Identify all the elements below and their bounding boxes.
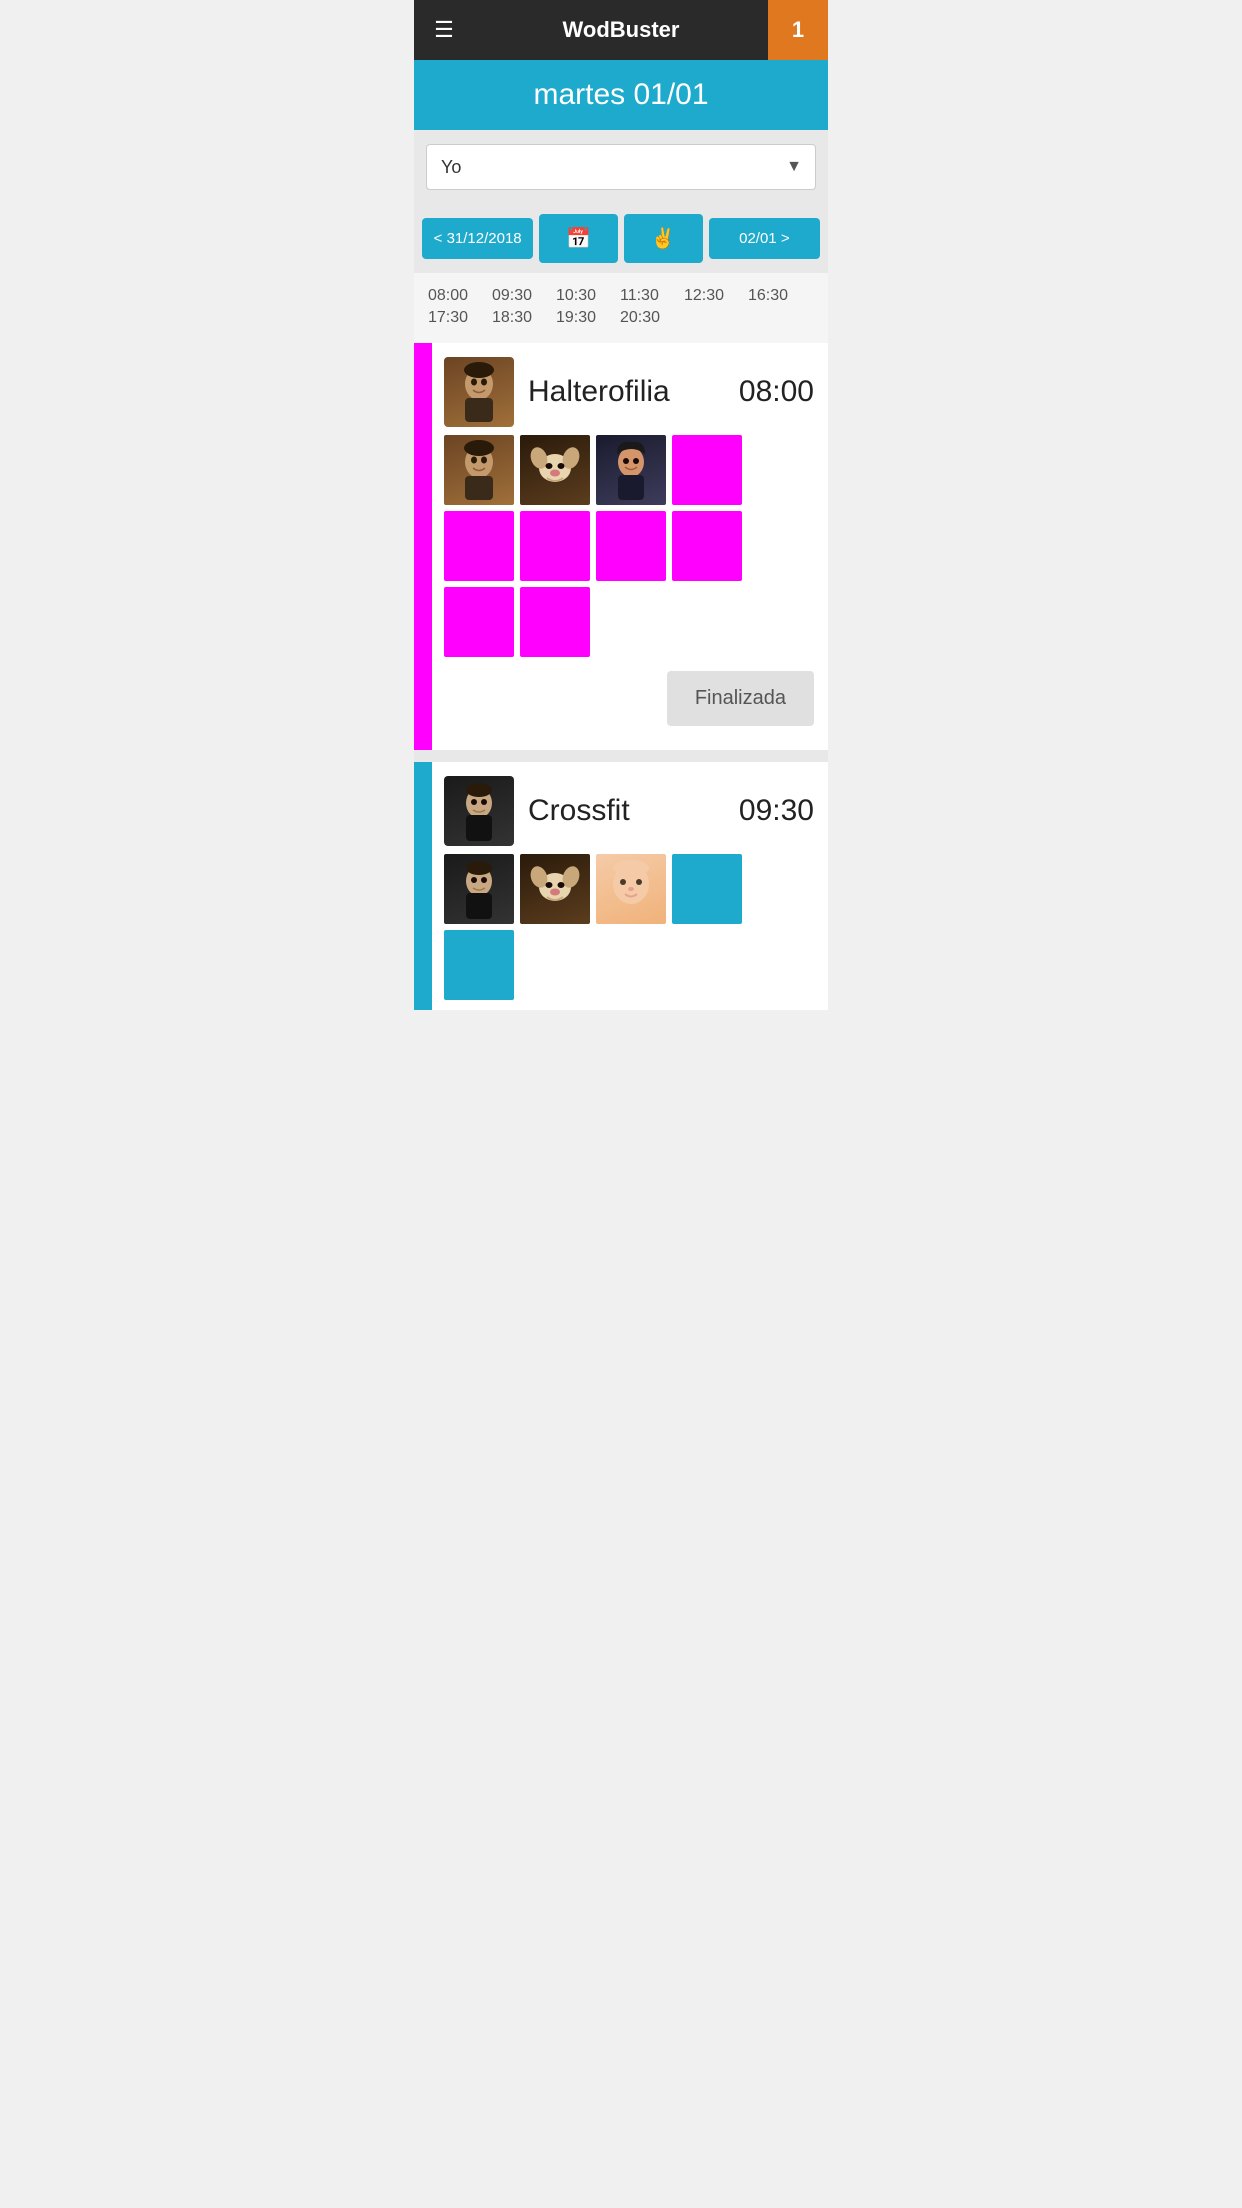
time-slot[interactable]: 17:30 (428, 309, 476, 327)
time-slot[interactable]: 18:30 (492, 309, 540, 327)
time-slot[interactable]: 08:00 (428, 287, 476, 305)
time-slot[interactable]: 11:30 (620, 287, 668, 305)
class-color-bar (414, 343, 432, 750)
peace-icon: ✌ (651, 226, 676, 251)
participant-cell[interactable] (444, 854, 514, 924)
participant-grid (414, 435, 828, 657)
card-separator (414, 750, 828, 762)
time-slot[interactable]: 19:30 (556, 309, 604, 327)
class-header: Halterofilia08:00 (414, 343, 828, 435)
class-color-bar (414, 762, 432, 1010)
instructor-avatar (444, 357, 514, 427)
calendar-button[interactable]: 📅 (539, 214, 618, 263)
time-slot[interactable]: 09:30 (492, 287, 540, 305)
class-time: 09:30 (739, 794, 814, 828)
participant-cell[interactable] (520, 511, 590, 581)
time-slot[interactable]: 16:30 (748, 287, 796, 305)
class-name: Crossfit (514, 794, 739, 828)
app-title: WodBuster (474, 17, 768, 43)
date-banner: martes 01/01 (414, 60, 828, 130)
time-slot[interactable]: 20:30 (620, 309, 668, 327)
class-name: Halterofilia (514, 375, 739, 409)
time-slot[interactable]: 12:30 (684, 287, 732, 305)
peace-button[interactable]: ✌ (624, 214, 703, 263)
participant-cell[interactable] (596, 854, 666, 924)
finalizada-button[interactable]: Finalizada (667, 671, 814, 726)
participant-grid (414, 854, 828, 1000)
date-navigation: < 31/12/2018 📅 ✌ 02/01 > (414, 204, 828, 273)
instructor-avatar (444, 776, 514, 846)
time-slot[interactable]: 10:30 (556, 287, 604, 305)
participant-cell[interactable] (444, 930, 514, 1000)
class-time: 08:00 (739, 375, 814, 409)
time-slots-container: 08:00 09:30 10:30 11:30 12:30 16:30 17:30 18:30… (414, 273, 828, 343)
class-status-container: Finalizada (414, 657, 828, 740)
class-card-crossfit: Crossfit09:30 (414, 762, 828, 1010)
participant-cell[interactable] (672, 435, 742, 505)
prev-date-button[interactable]: < 31/12/2018 (422, 218, 533, 259)
notification-badge[interactable]: 1 (768, 0, 828, 60)
calendar-icon: 📅 (566, 226, 591, 251)
participant-cell[interactable] (596, 511, 666, 581)
participant-cell[interactable] (520, 435, 590, 505)
hamburger-icon: ☰ (434, 19, 454, 41)
participant-cell[interactable] (520, 854, 590, 924)
next-date-button[interactable]: 02/01 > (709, 218, 820, 259)
user-dropdown-container: Yo ▼ (414, 130, 828, 204)
participant-cell[interactable] (520, 587, 590, 657)
participant-cell[interactable] (672, 511, 742, 581)
class-cards-container: Halterofilia08:00 (414, 343, 828, 1010)
menu-button[interactable]: ☰ (414, 0, 474, 60)
user-dropdown[interactable]: Yo (426, 144, 816, 190)
class-header: Crossfit09:30 (414, 762, 828, 854)
app-header: ☰ WodBuster 1 (414, 0, 828, 60)
class-card-halterofilia: Halterofilia08:00 (414, 343, 828, 750)
participant-cell[interactable] (444, 587, 514, 657)
participant-cell[interactable] (672, 854, 742, 924)
participant-cell[interactable] (444, 511, 514, 581)
participant-cell[interactable] (596, 435, 666, 505)
participant-cell[interactable] (444, 435, 514, 505)
